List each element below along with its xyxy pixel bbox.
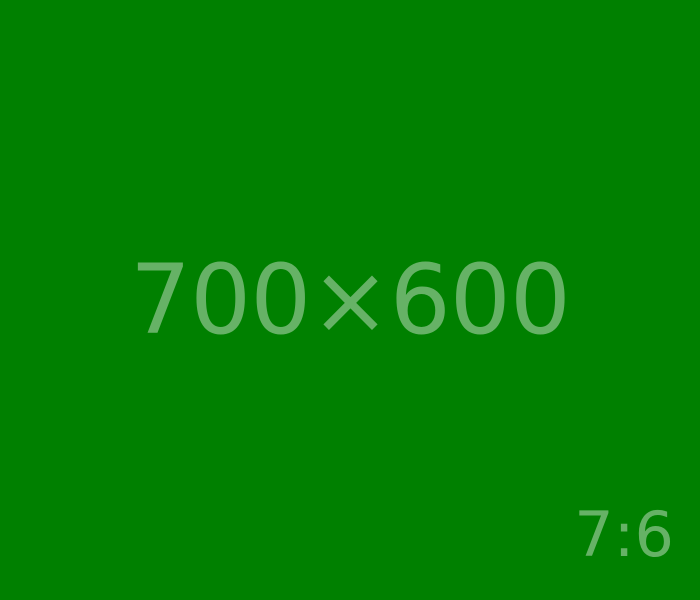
placeholder-canvas: 700×600 7:6	[0, 0, 700, 600]
dimensions-label: 700×600	[130, 244, 571, 356]
aspect-ratio-label: 7:6	[574, 498, 674, 571]
